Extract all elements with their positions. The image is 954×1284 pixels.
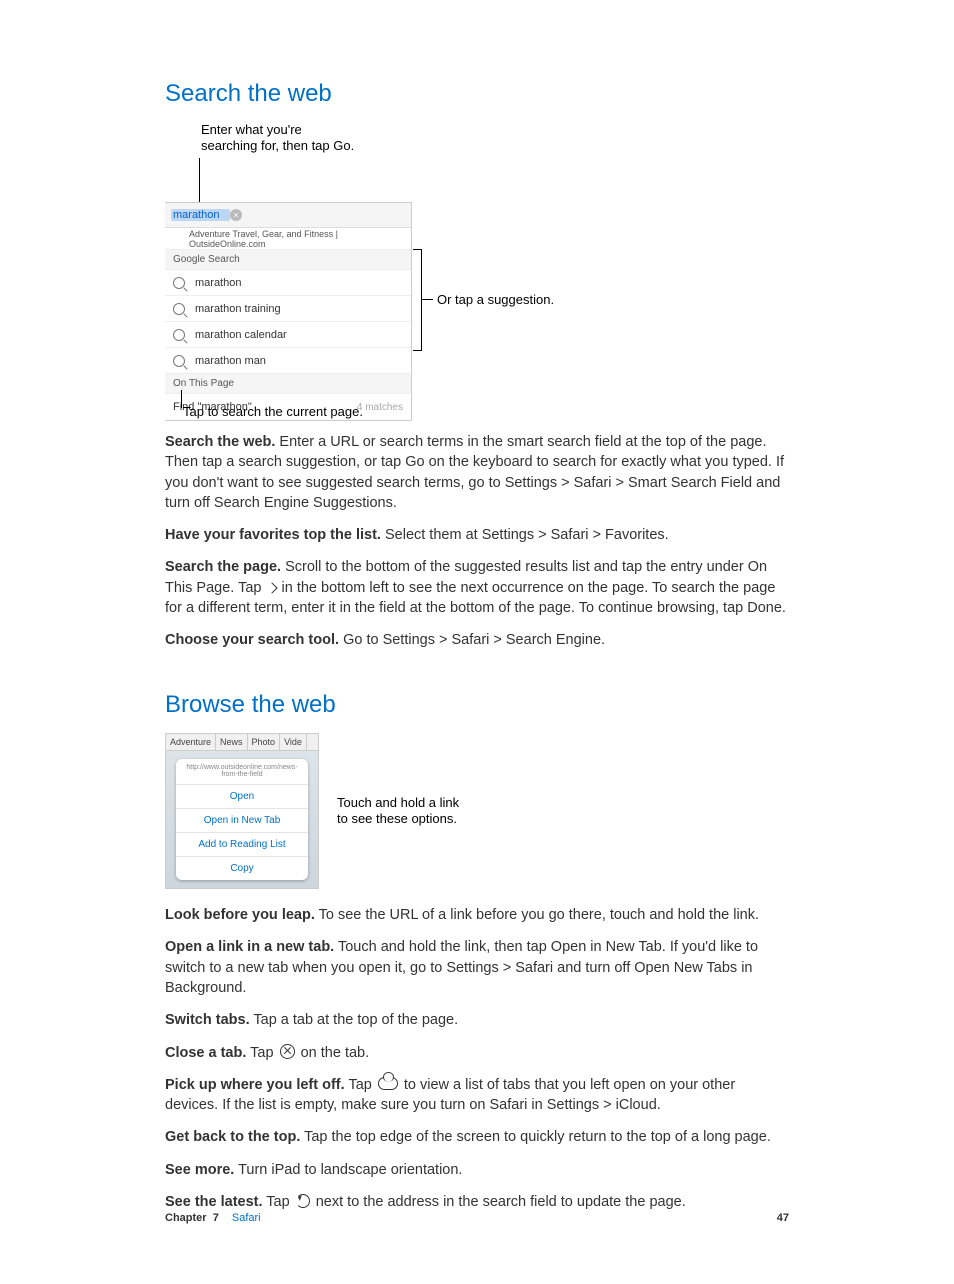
paragraph: Get back to the top. Tap the top edge of… (165, 1127, 789, 1147)
footer-chapter-name: Safari (232, 1212, 261, 1224)
tab[interactable]: Adventure (166, 734, 216, 750)
figure-search: Enter what you're searching for, then ta… (165, 122, 789, 422)
lead: Close a tab. (165, 1045, 246, 1061)
callout-pointer (181, 390, 182, 408)
chevron-right-icon (266, 582, 277, 593)
tab[interactable]: Vide (280, 734, 307, 750)
tab[interactable]: Photo (248, 734, 281, 750)
lead: Have your favorites top the list. (165, 527, 381, 543)
text: To see the URL of a link before you go t… (315, 907, 759, 923)
action-sheet: http://www.outsideonline.com/news-from-t… (176, 759, 308, 880)
action-add-reading-list[interactable]: Add to Reading List (176, 833, 308, 857)
footer-chapter-word: Chapter (165, 1212, 207, 1224)
text: Tap (246, 1045, 277, 1061)
search-panel: marathon × Adventure Travel, Gear, and F… (165, 202, 412, 421)
paragraph: See the latest. Tap next to the address … (165, 1192, 789, 1212)
lead: Search the page. (165, 559, 281, 575)
figure-browse: Adventure News Photo Vide http://www.out… (165, 733, 789, 889)
lead: See more. (165, 1162, 234, 1178)
callout-right: Or tap a suggestion. (437, 292, 554, 308)
reload-icon (296, 1194, 310, 1208)
close-tab-icon (280, 1044, 295, 1059)
lead: See the latest. (165, 1194, 263, 1210)
search-icon (173, 355, 185, 367)
onpage-header: On This Page (165, 374, 411, 394)
clear-icon[interactable]: × (230, 209, 242, 221)
text: Go to Settings > Safari > Search Engine. (339, 632, 605, 648)
suggestion-row[interactable]: marathon training (165, 296, 411, 322)
suggestion-text: marathon man (195, 355, 266, 367)
lead: Switch tabs. (165, 1012, 250, 1028)
suggestion-text: marathon (195, 277, 241, 289)
action-sheet-url: http://www.outsideonline.com/news-from-t… (176, 759, 308, 785)
tab[interactable]: News (216, 734, 248, 750)
search-input-value: marathon (171, 209, 230, 221)
suggestion-text: marathon training (195, 303, 281, 315)
paragraph: Search the web. Enter a URL or search te… (165, 432, 789, 513)
footer-chapter: Chapter 7 Safari (165, 1212, 261, 1224)
callout-pointer (421, 299, 433, 300)
smart-search-field[interactable]: marathon × (165, 203, 411, 228)
suggestions-header: Google Search (165, 250, 411, 270)
section-heading-browse: Browse the web (165, 691, 789, 719)
action-open-new-tab[interactable]: Open in New Tab (176, 809, 308, 833)
lead: Look before you leap. (165, 907, 315, 923)
paragraph: See more. Turn iPad to landscape orienta… (165, 1160, 789, 1180)
footer-chapter-num: 7 (213, 1212, 219, 1224)
lead: Choose your search tool. (165, 632, 339, 648)
paragraph: Pick up where you left off. Tap to view … (165, 1075, 789, 1116)
paragraph: Have your favorites top the list. Select… (165, 525, 789, 545)
callout-browse: Touch and hold a link to see these optio… (337, 795, 467, 828)
text: Tap a tab at the top of the page. (250, 1012, 459, 1028)
text: next to the address in the search field … (312, 1194, 686, 1210)
text: Turn iPad to landscape orientation. (234, 1162, 462, 1178)
footer-page-number: 47 (777, 1212, 789, 1224)
paragraph: Open a link in a new tab. Touch and hold… (165, 937, 789, 998)
top-hit-text: Adventure Travel, Gear, and Fitness | Ou… (189, 229, 403, 249)
text: on the tab. (297, 1045, 370, 1061)
paragraph: Close a tab. Tap on the tab. (165, 1043, 789, 1063)
callout-top: Enter what you're searching for, then ta… (201, 122, 361, 155)
callout-bracket (413, 249, 422, 351)
top-hit-row[interactable]: Adventure Travel, Gear, and Fitness | Ou… (165, 228, 411, 250)
text: Select them at Settings > Safari > Favor… (381, 527, 669, 543)
link-actions-screenshot: Adventure News Photo Vide http://www.out… (165, 733, 319, 889)
suggestion-row[interactable]: marathon calendar (165, 322, 411, 348)
page-footer: Chapter 7 Safari 47 (165, 1212, 789, 1224)
paragraph: Look before you leap. To see the URL of … (165, 905, 789, 925)
suggestion-row[interactable]: marathon man (165, 348, 411, 374)
action-open[interactable]: Open (176, 785, 308, 809)
action-copy[interactable]: Copy (176, 857, 308, 880)
paragraph: Switch tabs. Tap a tab at the top of the… (165, 1010, 789, 1030)
lead: Open a link in a new tab. (165, 939, 334, 955)
cloud-icon (378, 1077, 398, 1090)
find-matches: 4 matches (357, 402, 403, 413)
text: Tap (345, 1077, 376, 1093)
suggestion-text: marathon calendar (195, 329, 287, 341)
suggestion-row[interactable]: marathon (165, 270, 411, 296)
tab-bar: Adventure News Photo Vide (166, 734, 318, 751)
search-icon (173, 303, 185, 315)
search-icon (173, 277, 185, 289)
text: Tap the top edge of the screen to quickl… (300, 1129, 771, 1145)
search-icon (173, 329, 185, 341)
paragraph: Choose your search tool. Go to Settings … (165, 630, 789, 650)
section-heading-search: Search the web (165, 80, 789, 108)
callout-bottom: Tap to search the current page. (183, 404, 363, 420)
lead: Search the web. (165, 434, 275, 450)
text: Tap (263, 1194, 294, 1210)
lead: Pick up where you left off. (165, 1077, 345, 1093)
paragraph: Search the page. Scroll to the bottom of… (165, 557, 789, 618)
lead: Get back to the top. (165, 1129, 300, 1145)
